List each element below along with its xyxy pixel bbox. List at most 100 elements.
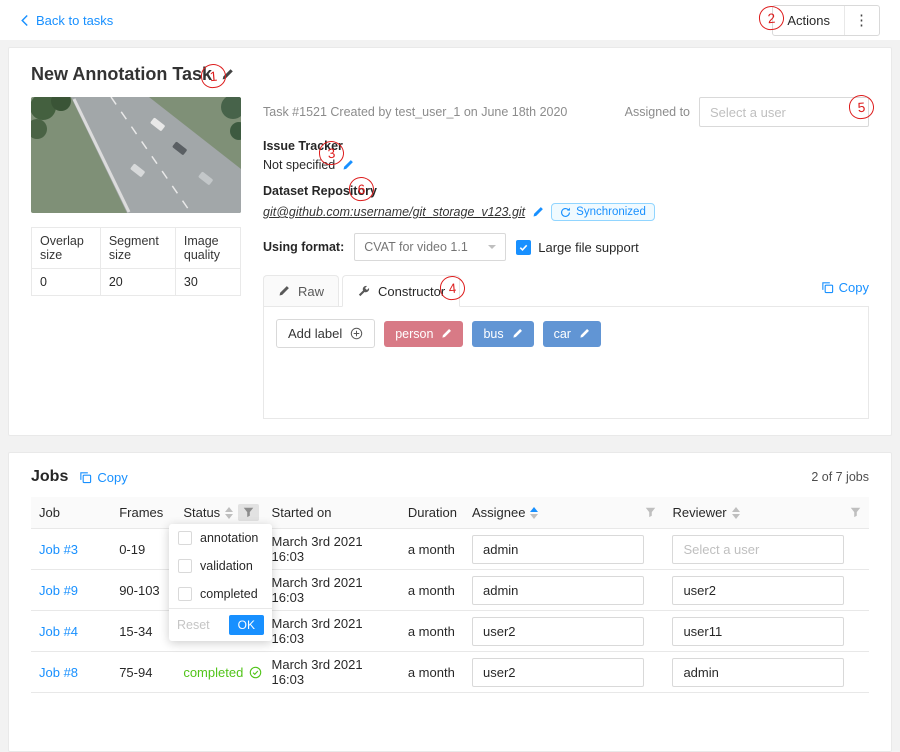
params-value-overlap: 0 [32, 269, 101, 296]
task-left-column: Overlap size Segment size Image quality … [31, 97, 241, 419]
reviewer-sort-icon[interactable] [732, 507, 740, 519]
jobs-title: Jobs [31, 468, 68, 486]
params-value-row: 0 20 30 [32, 269, 241, 296]
format-select[interactable]: CVAT for video 1.1 [354, 233, 506, 261]
task-content-row: Overlap size Segment size Image quality … [31, 97, 869, 419]
jobs-table: Job Frames Status Started on Duration [31, 497, 869, 693]
job-link[interactable]: Job #9 [39, 583, 78, 598]
tab-raw-label: Raw [298, 284, 324, 299]
task-details-card: New Annotation Task [8, 47, 892, 436]
job-link[interactable]: Job #4 [39, 624, 78, 639]
job-assignee-input[interactable] [472, 658, 644, 687]
edit-label-pencil-icon[interactable] [441, 328, 452, 339]
wrench-icon [357, 285, 370, 298]
actions-button[interactable]: Actions ⋮ [772, 5, 880, 36]
checkbox-checked-icon [516, 240, 531, 255]
job-reviewer-input[interactable] [672, 617, 844, 646]
sync-icon [560, 207, 571, 218]
plus-circle-icon [350, 327, 363, 340]
edit-label-pencil-icon[interactable] [512, 328, 523, 339]
job-frames: 0-19 [111, 529, 175, 570]
task-params-table: Overlap size Segment size Image quality … [31, 227, 241, 296]
params-header-segment: Segment size [100, 228, 175, 269]
back-label: Back to tasks [36, 13, 113, 28]
job-assignee-input[interactable] [472, 617, 644, 646]
dataset-repository-url[interactable]: git@github.com:username/git_storage_v123… [263, 205, 525, 219]
large-file-support-checkbox[interactable]: Large file support [516, 240, 638, 255]
job-row-1: Job #3 0-19 March 3rd 2021 16:03 a month [31, 529, 869, 570]
filter-option-annotation[interactable]: annotation [169, 524, 272, 552]
using-format-label: Using format: [263, 240, 344, 255]
filter-reset-button[interactable]: Reset [177, 618, 210, 632]
job-row-4: Job #8 75-94 completed March 3rd 2021 16… [31, 652, 869, 693]
task-title: New Annotation Task [31, 64, 212, 85]
jobs-card: Jobs Copy 2 of 7 jobs Job Frames Status [8, 452, 892, 752]
labels-copy-label: Copy [839, 280, 869, 295]
job-assignee-input[interactable] [472, 576, 644, 605]
format-row: Using format: CVAT for video 1.1 Large f… [263, 233, 869, 261]
label-pill-bus[interactable]: bus [472, 321, 533, 347]
filter-option-label: annotation [200, 531, 258, 545]
select-caret-icon [488, 245, 496, 249]
col-assignee-label: Assignee [472, 505, 525, 520]
kebab-menu-icon[interactable]: ⋮ [845, 6, 879, 35]
col-status-label: Status [183, 505, 220, 520]
col-started: Started on [264, 497, 400, 529]
tab-raw[interactable]: Raw [263, 275, 339, 306]
job-started: March 3rd 2021 16:03 [264, 529, 400, 570]
jobs-copy-label: Copy [97, 470, 127, 485]
job-reviewer-input[interactable] [672, 658, 844, 687]
synchronized-badge-label: Synchronized [576, 206, 646, 218]
task-right-column: Task #1521 Created by test_user_1 on Jun… [263, 97, 869, 419]
labels-copy-button[interactable]: Copy [821, 280, 869, 301]
assigned-to-label: Assigned to [625, 105, 690, 119]
status-sort-icon[interactable] [225, 507, 233, 519]
pencil-icon [278, 285, 290, 297]
labels-tabs-bar: Raw Constructor Copy [263, 275, 869, 307]
assignee-filter-icon[interactable] [645, 507, 656, 518]
edit-repository-pencil-icon[interactable] [532, 206, 544, 218]
assigned-to-group: Assigned to [625, 97, 869, 127]
jobs-header: Jobs Copy 2 of 7 jobs [31, 465, 869, 489]
job-duration: a month [400, 529, 464, 570]
checkbox-unchecked-icon[interactable] [178, 587, 192, 601]
synchronized-badge: Synchronized [551, 203, 655, 221]
assignee-sort-icon[interactable] [530, 507, 538, 519]
add-label-button[interactable]: Add label [276, 319, 375, 348]
large-file-support-label: Large file support [538, 240, 638, 255]
back-to-tasks-link[interactable]: Back to tasks [20, 13, 113, 28]
col-duration: Duration [400, 497, 464, 529]
job-status-label: completed [183, 665, 243, 680]
copy-icon [79, 471, 92, 484]
task-meta-row: Task #1521 Created by test_user_1 on Jun… [263, 97, 869, 127]
job-assignee-input[interactable] [472, 535, 644, 564]
label-pill-bus-name: bus [483, 327, 503, 341]
jobs-copy-button[interactable]: Copy [79, 470, 127, 485]
filter-option-completed[interactable]: completed [169, 580, 272, 608]
edit-label-pencil-icon[interactable] [579, 328, 590, 339]
filter-ok-button[interactable]: OK [229, 615, 264, 635]
job-row-2: Job #9 90-103 March 3rd 2021 16:03 a mon… [31, 570, 869, 611]
edit-issue-tracker-pencil-icon[interactable] [342, 159, 354, 171]
task-assignee-input[interactable] [699, 97, 869, 127]
add-label-label: Add label [288, 326, 342, 341]
label-pill-car[interactable]: car [543, 321, 601, 347]
job-link[interactable]: Job #8 [39, 665, 78, 680]
label-pill-person[interactable]: person [384, 321, 463, 347]
reviewer-filter-icon[interactable] [850, 507, 861, 518]
status-filter-dropdown: annotation validation completed Reset OK [169, 524, 272, 641]
job-reviewer-input[interactable] [672, 535, 844, 564]
job-link[interactable]: Job #3 [39, 542, 78, 557]
filter-option-label: validation [200, 559, 253, 573]
job-started: March 3rd 2021 16:03 [264, 570, 400, 611]
job-reviewer-input[interactable] [672, 576, 844, 605]
job-duration: a month [400, 611, 464, 652]
params-value-quality: 30 [175, 269, 240, 296]
checkbox-unchecked-icon[interactable] [178, 559, 192, 573]
filter-option-validation[interactable]: validation [169, 552, 272, 580]
col-job: Job [31, 497, 111, 529]
status-filter-icon[interactable] [238, 504, 259, 521]
job-status-completed: completed [183, 665, 262, 680]
checkbox-unchecked-icon[interactable] [178, 531, 192, 545]
col-frames: Frames [111, 497, 175, 529]
